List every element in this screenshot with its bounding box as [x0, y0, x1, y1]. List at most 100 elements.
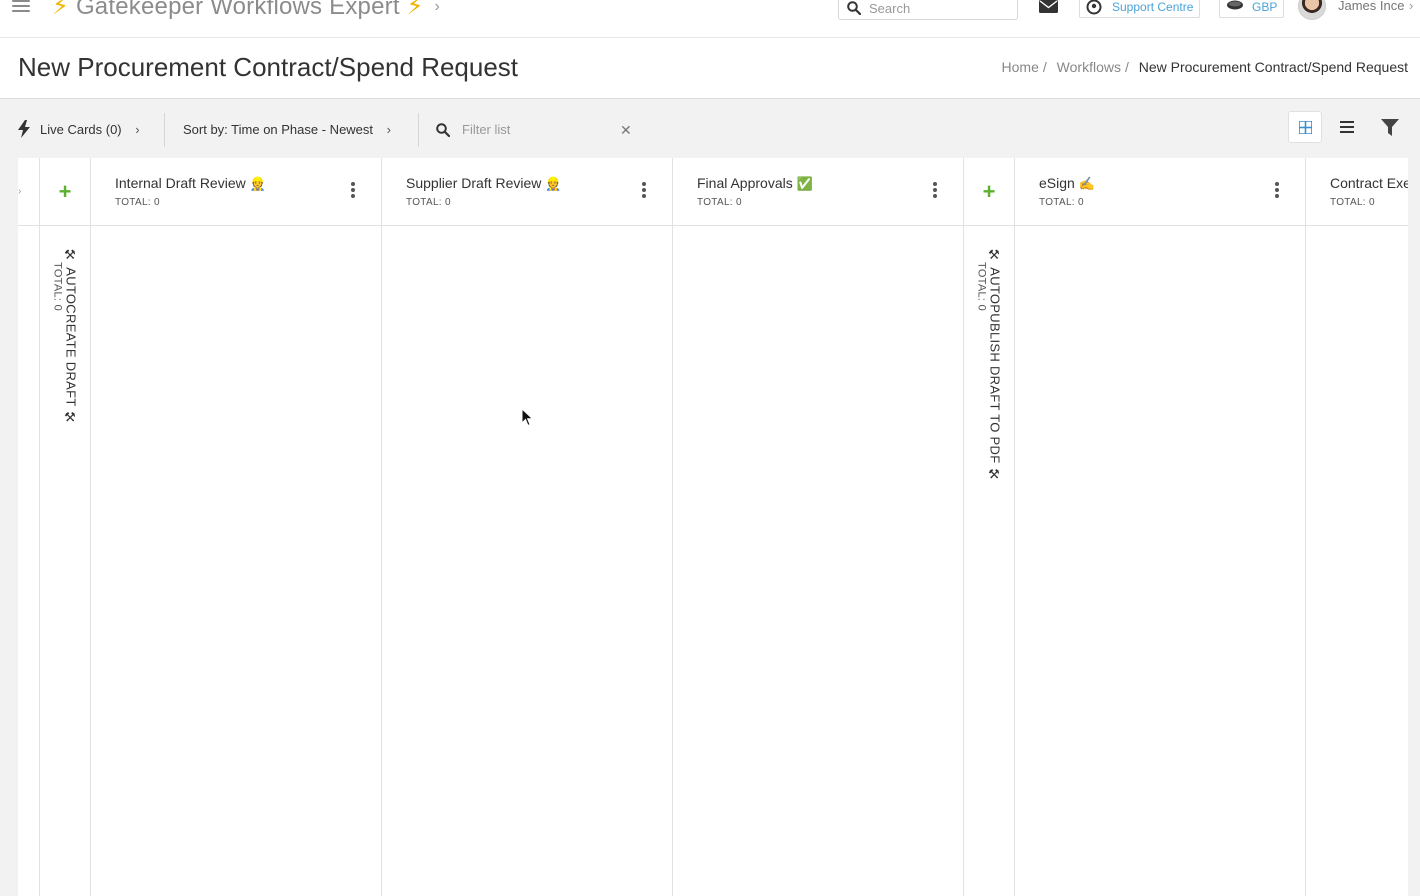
grid-view-button[interactable] — [1288, 111, 1322, 143]
search-placeholder: Search — [869, 1, 911, 16]
chevron-right-icon: › — [386, 122, 391, 137]
plus-icon: + — [982, 178, 996, 204]
phase-column-header: eSign ✍️ TOTAL: 0 — [1015, 158, 1305, 226]
search-icon — [847, 1, 861, 15]
phase-column-header: Internal Draft Review 👷 TOTAL: 0 — [91, 158, 381, 226]
chevron-icon: › — [18, 186, 22, 197]
phase-column-header: Supplier Draft Review 👷 TOTAL: 0 — [382, 158, 672, 226]
bolt-icon: ⚡ — [406, 0, 424, 20]
automation-column-autocreate: + ⚒ AUTOCREATE DRAFT ⚒ TOTAL: 0 — [40, 158, 91, 896]
list-icon — [1340, 121, 1354, 133]
worker-icon: 👷 — [249, 176, 266, 191]
currency-button[interactable]: GBP — [1219, 0, 1285, 18]
tools-icon: ⚒ — [987, 467, 1003, 483]
grid-icon — [1298, 120, 1312, 134]
mail-icon[interactable] — [1039, 0, 1058, 13]
breadcrumb-separator: / — [1042, 59, 1047, 75]
worker-icon: 👷 — [545, 176, 562, 191]
support-centre-button[interactable]: Support Centre — [1079, 0, 1201, 18]
automation-column-autopublish: + ⚒ AUTOPUBLISH DRAFT TO PDF ⚒ TOTAL: 0 — [964, 158, 1015, 896]
bolt-icon: ⚡ — [52, 0, 70, 20]
top-navbar: ⚡ Gatekeeper Workflows Expert ⚡ › Search… — [0, 0, 1420, 38]
automation-title: AUTOPUBLISH DRAFT TO PDF — [987, 267, 1003, 464]
sort-by-label: Sort by: Time on Phase - Newest — [183, 122, 374, 137]
toolbar: Live Cards (0) › Sort by: Time on Phase … — [18, 113, 638, 147]
add-automation-button[interactable]: + — [964, 158, 1014, 226]
page-title: New Procurement Contract/Spend Request — [18, 52, 519, 82]
toolbar-divider — [418, 113, 419, 147]
chevron-right-icon: › — [135, 122, 140, 137]
search-icon — [436, 123, 450, 137]
sort-by-button[interactable]: Sort by: Time on Phase - Newest › — [183, 113, 391, 147]
phase-total: TOTAL: 0 — [406, 197, 451, 208]
live-cards-label: Live Cards (0) — [40, 122, 122, 137]
phase-title[interactable]: eSign ✍️ — [1039, 175, 1095, 192]
toolbar-divider — [164, 113, 165, 147]
kebab-menu-icon[interactable] — [642, 182, 646, 198]
phase-column-esign: eSign ✍️ TOTAL: 0 — [1015, 158, 1306, 896]
coins-icon — [1227, 0, 1243, 10]
live-cards-button[interactable]: Live Cards (0) › — [18, 113, 140, 147]
phase-column-contract-execution: Contract Exe TOTAL: 0 — [1306, 158, 1408, 896]
tools-icon: ⚒ — [987, 248, 1003, 264]
currency-label: GBP — [1252, 0, 1278, 14]
tools-icon: ⚒ — [63, 410, 79, 426]
phase-column-final-approvals: Final Approvals ✅ TOTAL: 0 — [673, 158, 964, 896]
phase-column-internal-draft-review: Internal Draft Review 👷 TOTAL: 0 — [91, 158, 382, 896]
automation-total: TOTAL: 0 — [51, 262, 64, 312]
bolt-icon — [18, 120, 30, 138]
chevron-right-icon[interactable]: › — [1409, 0, 1413, 13]
phase-column-supplier-draft-review: Supplier Draft Review 👷 TOTAL: 0 — [382, 158, 673, 896]
search-input[interactable]: Search — [838, 0, 1018, 20]
phase-title[interactable]: Contract Exe — [1330, 175, 1408, 191]
phase-total: TOTAL: 0 — [1039, 197, 1084, 208]
phase-title-label: Supplier Draft Review — [406, 175, 542, 191]
automation-label[interactable]: ⚒ AUTOCREATE DRAFT ⚒ TOTAL: 0 — [52, 248, 79, 426]
page-header: New Procurement Contract/Spend Request H… — [0, 38, 1420, 99]
hamburger-menu-icon[interactable] — [12, 0, 30, 14]
phase-column-header: Final Approvals ✅ TOTAL: 0 — [673, 158, 963, 226]
breadcrumb-current: New Procurement Contract/Spend Request — [1138, 59, 1408, 75]
filter-list-input[interactable]: Filter list — [462, 113, 510, 147]
phase-title-label: Final Approvals — [697, 175, 793, 191]
avatar[interactable] — [1298, 0, 1326, 20]
kebab-menu-icon[interactable] — [1275, 182, 1279, 198]
phase-title[interactable]: Supplier Draft Review 👷 — [406, 175, 561, 192]
check-icon: ✅ — [796, 176, 813, 191]
phase-total: TOTAL: 0 — [115, 197, 160, 208]
plus-icon: + — [58, 178, 72, 204]
phase-title-label: eSign — [1039, 175, 1075, 191]
breadcrumb-separator: / — [1124, 59, 1129, 75]
support-icon — [1086, 0, 1102, 15]
phase-total: TOTAL: 0 — [1330, 197, 1375, 208]
clear-filter-icon[interactable]: ✕ — [620, 122, 632, 139]
support-centre-label: Support Centre — [1112, 0, 1194, 14]
phase-title-label: Internal Draft Review — [115, 175, 246, 191]
tools-icon: ⚒ — [63, 248, 79, 264]
board-area: Live Cards (0) › Sort by: Time on Phase … — [0, 99, 1420, 896]
breadcrumb: Home / Workflows / New Procurement Contrac… — [1002, 59, 1408, 75]
mouse-cursor-icon — [522, 409, 534, 427]
kebab-menu-icon[interactable] — [933, 182, 937, 198]
filter-icon — [1381, 118, 1399, 136]
filter-button[interactable] — [1373, 111, 1407, 143]
automation-label[interactable]: ⚒ AUTOPUBLISH DRAFT TO PDF ⚒ TOTAL: 0 — [976, 248, 1003, 483]
user-name[interactable]: James Ince — [1338, 0, 1404, 13]
app-title-label: Gatekeeper Workflows Expert — [75, 0, 400, 20]
kebab-menu-icon[interactable] — [351, 182, 355, 198]
phase-column-partial: › — [18, 158, 40, 896]
chevron-right-icon: › — [434, 0, 441, 15]
list-view-button[interactable] — [1330, 111, 1364, 143]
app-title[interactable]: ⚡ Gatekeeper Workflows Expert ⚡ › — [52, 0, 440, 21]
writing-hand-icon: ✍️ — [1078, 176, 1095, 191]
phase-title[interactable]: Internal Draft Review 👷 — [115, 175, 266, 192]
breadcrumb-workflows[interactable]: Workflows — [1057, 59, 1121, 75]
phase-title[interactable]: Final Approvals ✅ — [697, 175, 813, 192]
automation-total: TOTAL: 0 — [975, 262, 988, 312]
automation-title: AUTOCREATE DRAFT — [63, 267, 79, 407]
kanban-board: › + ⚒ AUTOCREATE DRAFT ⚒ TOTAL: 0 Intern… — [18, 158, 1408, 896]
phase-column-header: Contract Exe TOTAL: 0 — [1306, 158, 1408, 226]
add-automation-button[interactable]: + — [40, 158, 90, 226]
phase-total: TOTAL: 0 — [697, 197, 742, 208]
breadcrumb-home[interactable]: Home — [1002, 59, 1039, 75]
